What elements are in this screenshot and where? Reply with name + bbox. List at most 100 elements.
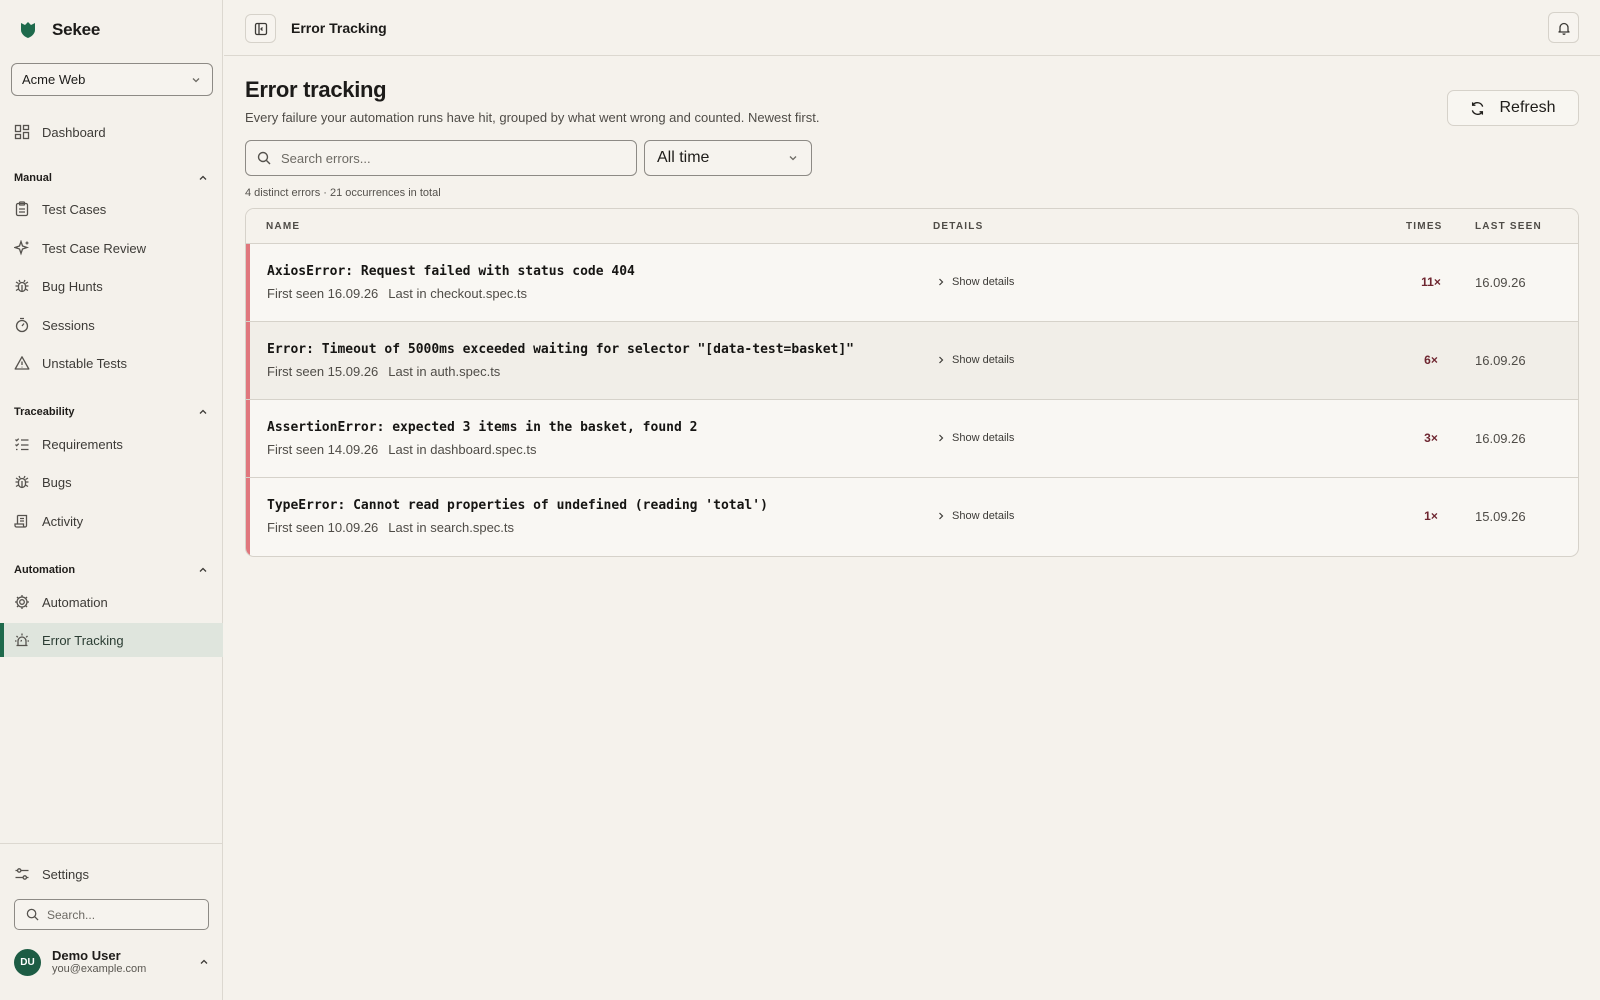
notifications-button[interactable] <box>1548 12 1579 43</box>
sidebar-item-label: Test Case Review <box>42 240 147 256</box>
user-email: you@example.com <box>52 963 147 976</box>
chevron-up-icon <box>197 406 209 418</box>
refresh-label: Refresh <box>1499 99 1556 116</box>
checklist-icon <box>14 436 30 452</box>
sidebar-item-automation[interactable]: Automation <box>0 585 223 619</box>
topbar: Error Tracking <box>224 0 1600 56</box>
error-meta: First seen 14.09.26 Last in dashboard.spe… <box>267 442 536 457</box>
sidebar-item-test-case-review[interactable]: Test Case Review <box>0 231 223 265</box>
section-automation[interactable]: Automation <box>14 561 209 579</box>
sidebar-item-label: Unstable Tests <box>42 355 128 371</box>
sidebar-item-error-tracking[interactable]: Error Tracking <box>0 623 223 657</box>
sliders-icon <box>14 866 30 882</box>
dashboard-icon <box>14 124 30 140</box>
warning-icon <box>14 355 30 371</box>
first-seen: First seen 14.09.26 <box>267 442 379 457</box>
project-selector[interactable]: Acme Web <box>11 63 213 96</box>
sidebar-item-label: Error Tracking <box>42 632 124 648</box>
time-range-value: All time <box>657 149 710 166</box>
table-row[interactable]: Error: Timeout of 5000ms exceeded waitin… <box>246 322 1578 400</box>
user-name: Demo User <box>52 947 121 963</box>
show-details-button[interactable]: Show details <box>936 432 1014 444</box>
sidebar-item-bug-hunts[interactable]: Bug Hunts <box>0 269 223 303</box>
show-details-label: Show details <box>952 510 1015 522</box>
last-seen-date: 15.09.26 <box>1475 509 1526 524</box>
last-in: Last in search.spec.ts <box>388 520 515 535</box>
chevron-right-icon <box>936 433 946 443</box>
bell-icon <box>1557 21 1571 35</box>
error-meta: First seen 15.09.26 Last in auth.spec.ts <box>267 364 500 379</box>
show-details-button[interactable]: Show details <box>936 276 1014 288</box>
show-details-button[interactable]: Show details <box>936 510 1014 522</box>
sidebar-item-settings[interactable]: Settings <box>0 857 223 891</box>
last-seen-date: 16.09.26 <box>1475 353 1526 368</box>
column-details: DETAILS <box>933 221 984 232</box>
sidebar-item-label: Test Cases <box>42 201 107 217</box>
section-traceability[interactable]: Traceability <box>14 403 209 421</box>
last-in: Last in dashboard.spec.ts <box>388 442 537 457</box>
user-menu[interactable]: DU Demo User you@example.com <box>14 947 210 977</box>
sidebar-item-dashboard[interactable]: Dashboard <box>0 115 223 149</box>
sidebar-item-bugs[interactable]: Bugs <box>0 465 223 499</box>
section-title: Traceability <box>14 406 75 418</box>
last-in: Last in auth.spec.ts <box>388 364 501 379</box>
error-name: TypeError: Cannot read properties of und… <box>267 498 768 513</box>
panel-left-icon <box>254 22 268 36</box>
brand-name: Sekee <box>52 20 101 39</box>
bug-icon <box>14 278 30 294</box>
occurrence-count: 1× <box>1424 509 1438 523</box>
table-row[interactable]: AxiosError: Request failed with status c… <box>246 244 1578 322</box>
error-name: AxiosError: Request failed with status c… <box>267 264 635 279</box>
occurrence-count: 6× <box>1424 353 1438 367</box>
first-seen: First seen 16.09.26 <box>267 286 379 301</box>
section-manual[interactable]: Manual <box>14 169 209 187</box>
brand[interactable]: Sekee <box>20 18 100 42</box>
error-meta: First seen 10.09.26 Last in search.spec.t… <box>267 520 514 535</box>
refresh-icon <box>1470 101 1485 116</box>
column-times: TIMES <box>1406 221 1443 232</box>
sidebar: Sekee Acme Web Dashboard Manual Test Cas… <box>0 0 223 1000</box>
bug-icon <box>14 474 30 490</box>
sidebar-search-input[interactable]: Search... <box>14 899 209 930</box>
errors-summary: 4 distinct errors · 21 occurrences in to… <box>245 187 441 199</box>
sidebar-item-label: Activity <box>42 513 84 529</box>
time-range-select[interactable]: All time <box>644 140 812 176</box>
errors-table: NAME DETAILS TIMES LAST SEEN AxiosError:… <box>245 208 1579 557</box>
sidebar-item-label: Requirements <box>42 436 123 452</box>
avatar: DU <box>14 948 41 976</box>
last-in: Last in checkout.spec.ts <box>388 286 528 301</box>
chevron-up-icon <box>197 564 209 576</box>
first-seen: First seen 10.09.26 <box>267 520 379 535</box>
table-row[interactable]: TypeError: Cannot read properties of und… <box>246 478 1578 556</box>
sidebar-item-label: Dashboard <box>42 124 106 140</box>
section-title: Manual <box>14 172 52 184</box>
last-seen-date: 16.09.26 <box>1475 431 1526 446</box>
sidebar-search-placeholder: Search... <box>47 907 96 922</box>
section-title: Automation <box>14 564 76 576</box>
show-details-button[interactable]: Show details <box>936 354 1014 366</box>
chevron-down-icon <box>787 152 799 164</box>
occurrence-count: 11× <box>1421 275 1441 289</box>
sidebar-item-activity[interactable]: Activity <box>0 504 223 538</box>
table-row[interactable]: AssertionError: expected 3 items in the … <box>246 400 1578 478</box>
error-name: AssertionError: expected 3 items in the … <box>267 420 698 435</box>
sparkle-icon <box>14 240 30 256</box>
search-errors-input[interactable]: Search errors... <box>245 140 637 176</box>
sidebar-item-test-cases[interactable]: Test Cases <box>0 192 223 226</box>
error-meta: First seen 16.09.26 Last in checkout.spec… <box>267 286 527 301</box>
scroll-icon <box>14 513 30 529</box>
refresh-button[interactable]: Refresh <box>1447 90 1579 126</box>
show-details-label: Show details <box>952 432 1015 444</box>
siren-icon <box>14 632 30 648</box>
sidebar-item-sessions[interactable]: Sessions <box>0 308 223 342</box>
sidebar-item-requirements[interactable]: Requirements <box>0 427 223 461</box>
chevron-right-icon <box>936 511 946 521</box>
timer-icon <box>14 317 30 333</box>
sidebar-toggle-button[interactable] <box>245 14 276 43</box>
chevron-down-icon <box>190 74 202 86</box>
clipboard-icon <box>14 201 30 217</box>
column-last-seen: LAST SEEN <box>1475 221 1542 232</box>
sidebar-item-label: Automation <box>42 594 108 610</box>
sidebar-item-unstable-tests[interactable]: Unstable Tests <box>0 346 223 380</box>
chevron-right-icon <box>936 355 946 365</box>
